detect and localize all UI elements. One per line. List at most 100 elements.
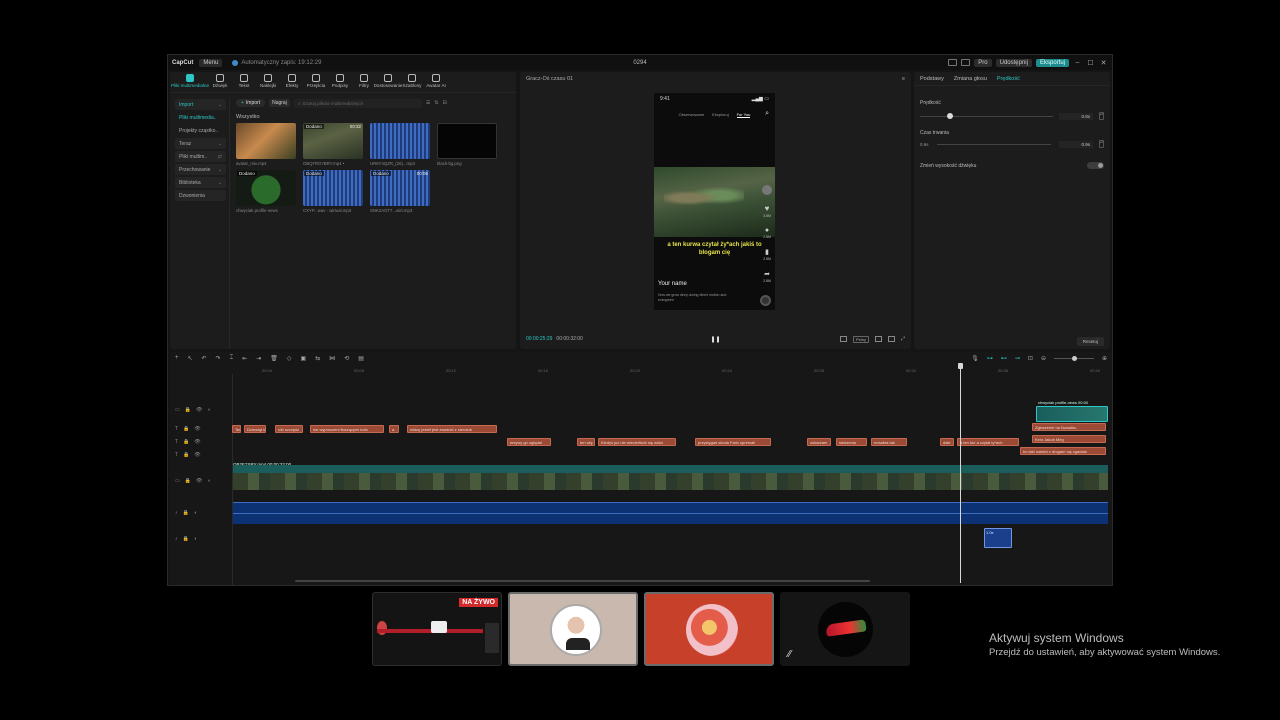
compare-icon[interactable] <box>887 336 895 342</box>
redo-icon[interactable]: ↷ <box>216 355 221 362</box>
split-left-icon[interactable]: ⇤ <box>242 355 247 362</box>
pro-button[interactable]: Pro <box>974 58 992 67</box>
eye-icon[interactable]: 👁 <box>194 439 200 445</box>
media-search-input[interactable]: ⌕ Szukaj plików multimedialnych <box>293 98 422 108</box>
speed-stepper[interactable]: ▴▾ <box>1099 112 1104 120</box>
crop-tool-icon[interactable]: ▤ <box>358 355 364 362</box>
speed-slider-knob[interactable] <box>946 112 953 119</box>
media-item[interactable]: Dodano chwyciak profile-news <box>236 170 296 213</box>
share-button[interactable]: Udostępnij <box>995 58 1032 67</box>
select-tool-icon[interactable]: ↖ <box>188 355 193 362</box>
crop-icon[interactable] <box>839 336 847 342</box>
tool-transitions[interactable]: Przejścia <box>304 74 328 92</box>
media-item[interactable]: black-bg.png <box>437 123 497 166</box>
fullscreen-icon[interactable]: ⤢ <box>901 336 905 342</box>
sidebar-item-7[interactable]: Dzwonienia <box>175 190 226 201</box>
tool-filters[interactable]: Filtry <box>352 74 376 92</box>
pause-icon[interactable]: ❚❚ <box>710 336 720 343</box>
playhead[interactable] <box>958 363 963 583</box>
eye-icon[interactable]: 👁 <box>194 452 200 458</box>
link-main-icon[interactable]: ⊶ <box>987 355 993 362</box>
rotate-icon[interactable]: ⟲ <box>344 355 349 362</box>
preview-axis-icon[interactable]: ⊡ <box>1028 355 1033 362</box>
participant-anime-window[interactable] <box>644 592 774 666</box>
lock-icon[interactable]: 🔒 <box>183 452 189 458</box>
tab-voice-changer[interactable]: Zmiana głosu <box>954 76 987 82</box>
freeze-icon[interactable]: ▣ <box>301 355 307 362</box>
tool-sticker[interactable]: Naklejki <box>256 74 280 92</box>
shortcut-icon[interactable] <box>961 59 971 66</box>
media-item[interactable]: Dodano 00:06 SNK2AGT7...wirt.mp3 <box>370 170 430 213</box>
view-icon[interactable]: ⊟ <box>443 100 447 106</box>
participant-car-window[interactable]: ⁄⁄ <box>780 592 910 666</box>
minimize-icon[interactable]: – <box>1073 59 1082 66</box>
tool-adjust[interactable]: Dostosowanie <box>374 74 402 92</box>
eye-icon[interactable]: 👁 <box>196 407 202 413</box>
small-audio-clip[interactable]: 1.0x <box>984 528 1012 548</box>
add-track-icon[interactable]: + <box>175 355 179 361</box>
link-icon[interactable]: ⊸ <box>1015 355 1020 362</box>
preview-menu-icon[interactable]: ≡ <box>902 76 905 82</box>
tool-effects[interactable]: Efekty <box>280 74 304 92</box>
reset-button[interactable]: Resetuj <box>1076 337 1104 346</box>
lock-icon[interactable]: 🔒 <box>183 536 189 542</box>
reverse-icon[interactable]: ⇆ <box>315 355 320 362</box>
lock-icon[interactable]: 🔒 <box>185 407 191 413</box>
sidebar-item-0[interactable]: Import ⌄ <box>175 99 226 110</box>
audio-toggle-icon[interactable]: ◖ <box>207 478 210 484</box>
zoom-out-icon[interactable]: ⊖ <box>1041 355 1046 362</box>
participant-man-window[interactable] <box>508 592 638 666</box>
ratio-button[interactable]: Pełny <box>852 335 869 343</box>
sidebar-item-1[interactable]: Pliki multimedia.. <box>175 112 226 123</box>
lock-icon[interactable]: 🔒 <box>183 439 189 445</box>
tab-speed[interactable]: Prędkość <box>997 76 1020 82</box>
live-stream-window[interactable]: NA ŻYWO <box>372 592 502 666</box>
delete-icon[interactable]: 🗑 <box>270 355 278 362</box>
sort-icon[interactable]: ☰ <box>426 100 430 106</box>
duration-stepper[interactable]: ▴▾ <box>1099 140 1104 148</box>
maximize-icon[interactable]: ☐ <box>1086 59 1095 67</box>
tool-templates[interactable]: Szablony <box>400 74 424 92</box>
text-clip[interactable]: Kein Jakob Meg <box>1032 435 1106 443</box>
lock-icon[interactable]: 🔒 <box>183 510 189 516</box>
duration-value-field[interactable]: 0.9s <box>1059 140 1093 148</box>
snap-icon[interactable]: ⊷ <box>1001 355 1007 362</box>
shield-icon[interactable]: ◇ <box>287 355 292 362</box>
lock-icon[interactable]: 🔒 <box>183 426 189 432</box>
lock-icon[interactable]: 🔒 <box>185 478 191 484</box>
export-button[interactable]: Eksportuj <box>1035 58 1069 67</box>
layout-icon[interactable] <box>948 59 958 66</box>
speed-value-field[interactable]: 0.8x <box>1059 112 1093 120</box>
tool-text[interactable]: Tekst <box>232 74 256 92</box>
media-item[interactable]: UR6Y4QZR_(26)...mp3 <box>370 123 430 166</box>
sidebar-item-5[interactable]: Przechowanie ⌄ <box>175 164 226 175</box>
mirror-icon[interactable]: ⋈ <box>329 355 335 362</box>
close-icon[interactable]: ✕ <box>1099 59 1108 67</box>
sidebar-item-4[interactable]: Pliki multim.. ⇄ <box>175 151 226 162</box>
sidebar-item-2[interactable]: Projekty cząstko.. <box>175 125 226 136</box>
menu-button[interactable]: Menu <box>199 58 223 67</box>
media-item[interactable]: Dodano CXYP...wav - wirtual.mp3 <box>303 170 363 213</box>
eye-icon[interactable]: 👁 <box>194 426 200 432</box>
snapshot-icon[interactable] <box>874 336 882 342</box>
media-item[interactable]: avatar_mix.mp4 <box>236 123 296 166</box>
mic-icon[interactable]: 🎙 <box>971 355 979 362</box>
tool-captions[interactable]: Podpisy <box>328 74 352 92</box>
audio-clip[interactable] <box>233 502 1108 524</box>
duration-slider[interactable] <box>936 143 1051 145</box>
video-clip[interactable] <box>233 465 1108 490</box>
sticker-clip[interactable] <box>1036 406 1108 422</box>
video-canvas[interactable]: 9:41 ▂▄▆ ▭ Obserwowane Eksploruj For You… <box>653 92 776 311</box>
text-clip[interactable]: Zgłoszenie na Nuwalku <box>1032 423 1106 431</box>
media-item[interactable]: Dodano 00:32 OBQ7RG7BRY.mp4 • <box>303 123 363 166</box>
audio-toggle-icon[interactable]: ◖ <box>194 510 197 516</box>
tool-avatar[interactable]: Awatar AI <box>424 74 448 92</box>
zoom-slider[interactable] <box>1053 355 1094 361</box>
split-icon[interactable]: ⌶ <box>230 355 234 362</box>
undo-icon[interactable]: ↶ <box>202 355 207 362</box>
eye-icon[interactable]: 👁 <box>196 478 202 484</box>
speed-slider[interactable] <box>920 112 1053 119</box>
timeline-scrollbar[interactable] <box>295 580 870 582</box>
sidebar-item-6[interactable]: Biblioteka ⌄ <box>175 177 226 188</box>
tab-basics[interactable]: Podstawy <box>920 76 944 82</box>
